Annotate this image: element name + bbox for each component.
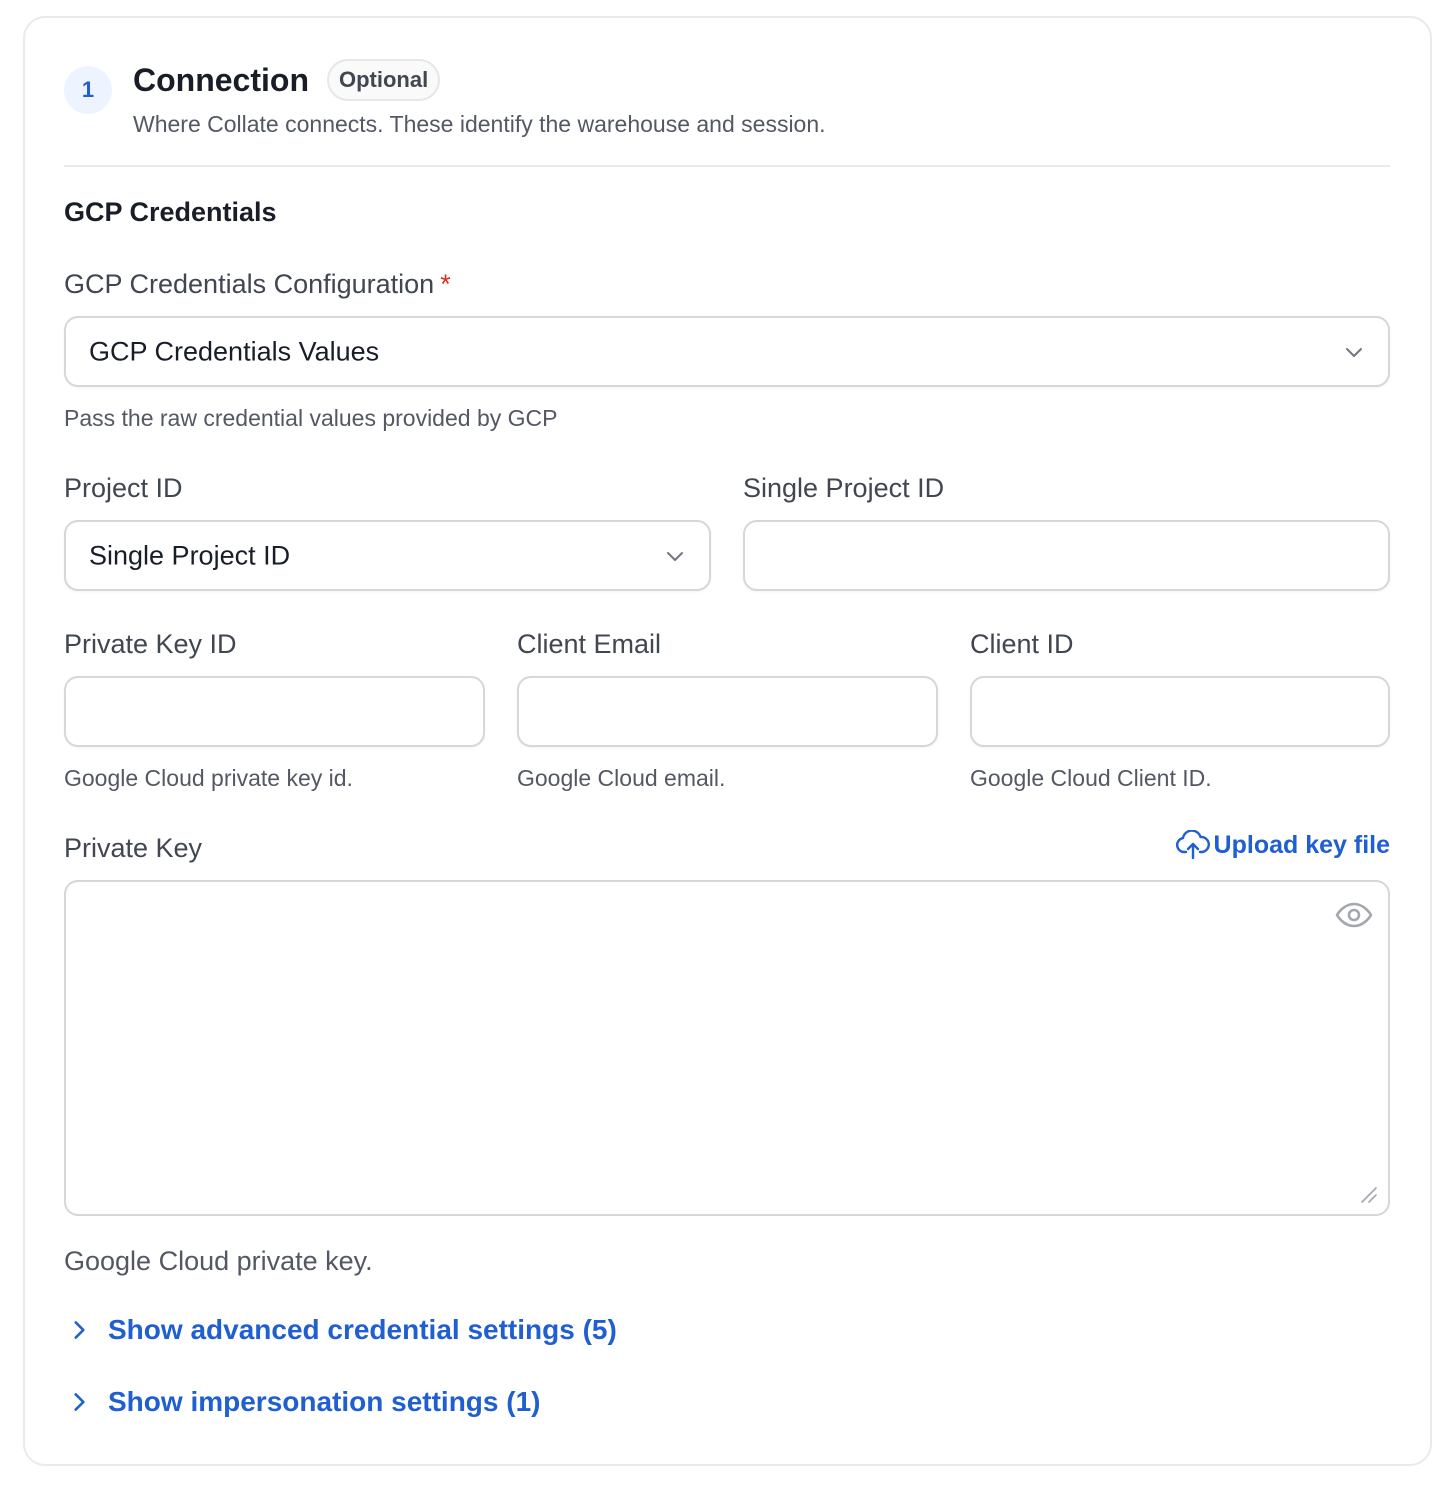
chevron-right-icon: [74, 1393, 85, 1411]
credentials-config-value: GCP Credentials Values: [89, 336, 380, 366]
client-id-input[interactable]: [970, 676, 1390, 747]
optional-badge: Optional: [327, 59, 441, 101]
private-key-label: Private Key: [64, 833, 203, 863]
project-id-select[interactable]: Single Project ID: [64, 520, 711, 591]
client-email-hint: Google Cloud email.: [517, 765, 726, 791]
project-id-value: Single Project ID: [89, 540, 291, 570]
config-hint: Pass the raw credential values provided …: [64, 405, 558, 431]
client-email-input[interactable]: [517, 676, 938, 747]
eye-icon[interactable]: [1334, 898, 1374, 932]
client-email-label: Client Email: [517, 629, 662, 659]
private-key-textarea[interactable]: [64, 880, 1390, 1216]
advanced-settings-label: Show advanced credential settings (5): [108, 1314, 617, 1345]
single-project-id-input[interactable]: [743, 520, 1390, 591]
section-title: GCP Credentials: [64, 197, 277, 227]
chevron-down-icon: [1346, 347, 1362, 357]
credentials-config-select[interactable]: GCP Credentials Values: [64, 316, 1390, 387]
upload-key-file-label: Upload key file: [1213, 830, 1390, 859]
step-title: Connection: [133, 62, 309, 98]
client-id-hint: Google Cloud Client ID.: [970, 765, 1212, 791]
step-number-badge: 1: [64, 66, 112, 114]
show-impersonation-settings-toggle[interactable]: Show impersonation settings (1): [66, 1386, 540, 1418]
chevron-down-icon: [667, 551, 683, 561]
client-id-label: Client ID: [970, 629, 1074, 659]
config-label: GCP Credentials Configuration *: [64, 269, 451, 299]
resize-handle-icon[interactable]: [1358, 1184, 1378, 1204]
private-key-id-input[interactable]: [64, 676, 485, 747]
project-id-label: Project ID: [64, 473, 183, 503]
single-project-id-label: Single Project ID: [743, 473, 945, 503]
required-mark: *: [440, 269, 451, 299]
private-key-id-hint: Google Cloud private key id.: [64, 765, 353, 791]
private-key-hint: Google Cloud private key.: [64, 1246, 373, 1276]
impersonation-settings-label: Show impersonation settings (1): [108, 1386, 541, 1417]
upload-cloud-icon: [1175, 830, 1210, 860]
divider: [64, 165, 1390, 167]
upload-key-file-button[interactable]: Upload key file: [1175, 830, 1390, 860]
chevron-right-icon: [74, 1321, 85, 1339]
step-subtitle: Where Collate connects. These identify t…: [133, 111, 826, 137]
private-key-id-label: Private Key ID: [64, 629, 237, 659]
show-advanced-credential-settings-toggle[interactable]: Show advanced credential settings (5): [66, 1314, 617, 1346]
